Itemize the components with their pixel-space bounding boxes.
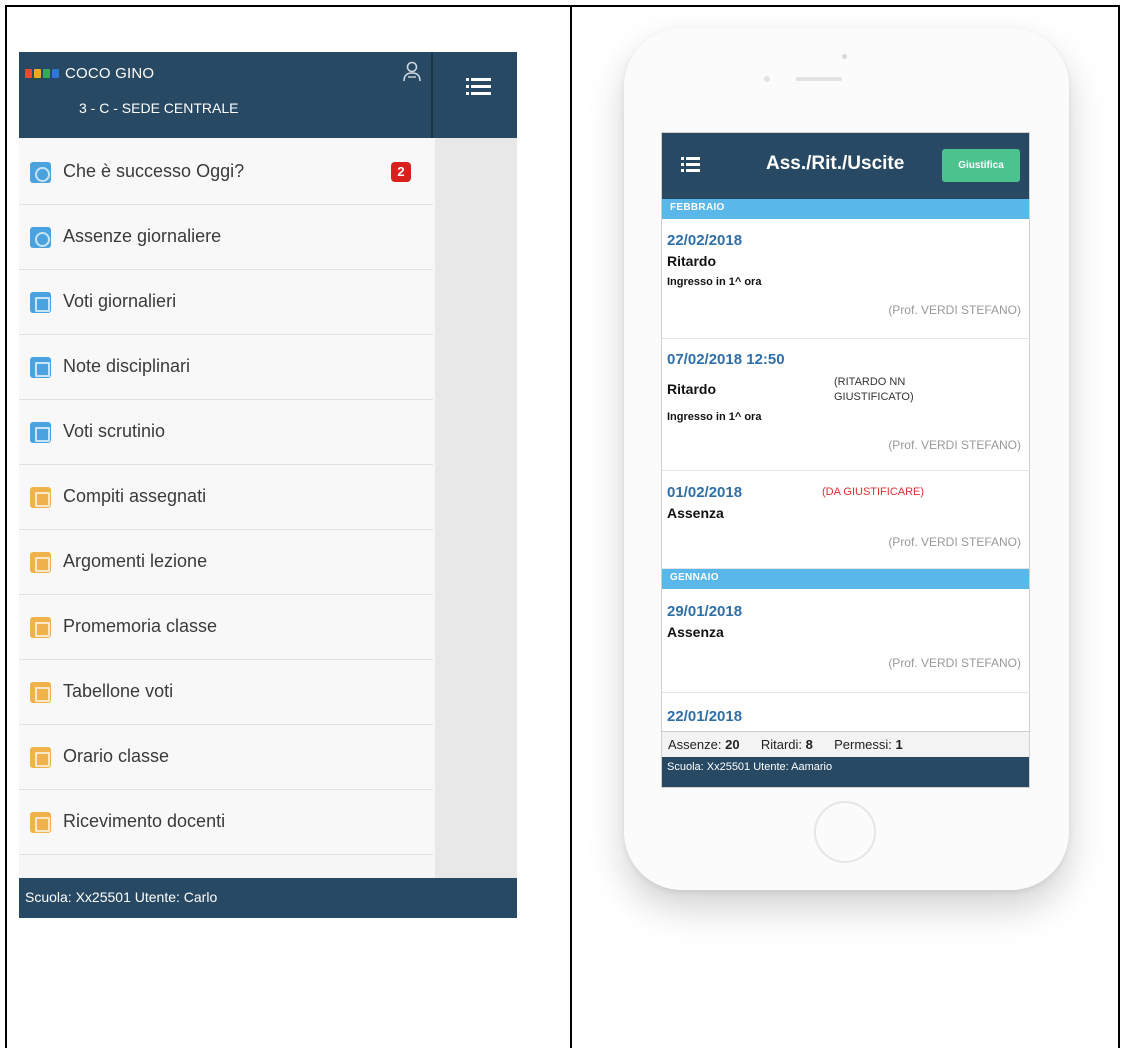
menu-item[interactable]: Che è successo Oggi? 2 [19,140,433,205]
content-overlay[interactable] [435,138,517,878]
logo-block [43,69,50,78]
entry-detail: Ingresso in 1^ ora [667,411,762,423]
month-header: FEBBRAIO [662,199,1029,219]
delays-label: Ritardi: [760,737,803,752]
menu-item-label: Tabellone voti [63,681,174,701]
entry-detail: Ingresso in 1^ ora [667,276,762,288]
menu-item-label: Promemoria classe [63,616,218,636]
homework-icon [30,487,51,508]
logo-block [25,69,32,78]
clock-icon [30,227,51,248]
entry-type: Assenza [667,624,724,640]
entry-date: 22/01/2018 [667,708,743,725]
hamburger-menu-icon[interactable] [466,78,491,98]
menu-item-label: Note disciplinari [63,356,191,376]
menu-item-label: Argomenti lezione [63,551,208,571]
entry-teacher: (Prof. VERDI STEFANO) [888,438,1021,452]
absence-entry[interactable]: 07/02/2018 12:50 (RITARDO NN GIUSTIFICAT… [662,339,1029,471]
menu-item-label: Compiti assegnati [63,486,207,506]
entry-type: Assenza [667,505,724,521]
menu-footer: Scuola: Xx25501 Utente: Carlo [19,878,517,918]
entry-teacher: (Prof. VERDI STEFANO) [888,656,1021,670]
absence-entry[interactable]: 22/01/2018 [662,693,1029,733]
permits-label: Permessi: [834,737,892,752]
reminder-icon [30,617,51,638]
month-header: GENNAIO [662,569,1029,589]
phone-sensor [764,76,770,82]
page-title: Ass./Rit./Uscite [766,153,905,174]
summary-bar: Assenze: 20 Ritardi: 8 Permessi: 1 [662,731,1029,757]
menu-item[interactable]: Orario classe [19,725,433,790]
entry-teacher: (Prof. VERDI STEFANO) [888,535,1021,549]
phone-speaker [796,77,842,81]
user-profile-icon[interactable] [402,60,422,84]
entry-type: Ritardo [667,253,716,269]
brand-logo [25,69,59,78]
notification-badge: 2 [391,162,411,182]
menu-item[interactable]: Tabellone voti [19,660,433,725]
menu-header: COCO GINO 3 - C - SEDE CENTRALE [19,52,433,138]
entry-teacher: (Prof. VERDI STEFANO) [888,303,1021,317]
home-button[interactable] [814,801,876,863]
meeting-icon [30,812,51,833]
user-name: COCO GINO [65,65,155,82]
absences-label: Assenze: [668,737,722,752]
menu-item-label: Orario classe [63,746,170,766]
report-icon [30,422,51,443]
logo-block [52,69,59,78]
hamburger-menu-icon[interactable] [681,157,700,173]
menu-item[interactable]: Ricevimento docenti [19,790,433,855]
entry-note: (RITARDO NN GIUSTIFICATO) [834,376,914,403]
menu-item[interactable]: Assenze giornaliere [19,205,433,270]
phone-screen: Ass./Rit./Uscite Giustifica FEBBRAIO 22/… [661,132,1030,788]
justify-status: (DA GIUSTIFICARE) [822,486,925,498]
phone-mockup: Ass./Rit./Uscite Giustifica FEBBRAIO 22/… [624,28,1069,890]
app-header: Ass./Rit./Uscite Giustifica [662,133,1029,199]
delays-count: 8 [805,737,813,752]
menu-item-label: Che è successo Oggi? [63,161,245,181]
logo-block [34,69,41,78]
absence-entry[interactable]: 01/02/2018 (DA GIUSTIFICARE) Assenza (Pr… [662,471,1029,569]
timetable-icon [30,747,51,768]
clock-icon [30,162,51,183]
screen-footer: Scuola: Xx25501 Utente: Aamario [662,757,1029,787]
absence-entry[interactable]: 22/02/2018 Ritardo Ingresso in 1^ ora (P… [662,219,1029,339]
side-menu-panel: COCO GINO 3 - C - SEDE CENTRALE Che è su… [19,52,517,918]
justify-button[interactable]: Giustifica [942,149,1020,182]
phone-camera [842,54,847,59]
board-icon [30,682,51,703]
menu-item-label: Voti giornalieri [63,291,177,311]
entry-type: Ritardo [667,381,716,397]
menu-item-label: Assenze giornaliere [63,226,222,246]
column-divider [570,5,572,1048]
entry-date: 01/02/2018 [667,484,743,501]
menu-item[interactable]: Argomenti lezione [19,530,433,595]
absence-entry[interactable]: 29/01/2018 Assenza (Prof. VERDI STEFANO) [662,589,1029,693]
menu-item-label: Voti scrutinio [63,421,166,441]
topics-icon [30,552,51,573]
permits-count: 1 [895,737,903,752]
menu-item-label: Ricevimento docenti [63,811,226,831]
entry-date: 07/02/2018 12:50 [667,351,785,368]
absences-count: 20 [725,737,740,752]
menu-item[interactable]: Voti scrutinio [19,400,433,465]
entry-date: 29/01/2018 [667,603,743,620]
menu-item[interactable]: Voti giornalieri [19,270,433,335]
menu-item[interactable]: Promemoria classe [19,595,433,660]
class-info: 3 - C - SEDE CENTRALE [79,100,239,116]
menu-item[interactable]: Note disciplinari [19,335,433,400]
menu-list: Che è successo Oggi? 2 Assenze giornaliere… [19,140,433,855]
grades-icon [30,292,51,313]
menu-toggle-area[interactable] [433,52,517,138]
menu-item[interactable]: Compiti assegnati [19,465,433,530]
notes-icon [30,357,51,378]
entry-date: 22/02/2018 [667,232,743,249]
